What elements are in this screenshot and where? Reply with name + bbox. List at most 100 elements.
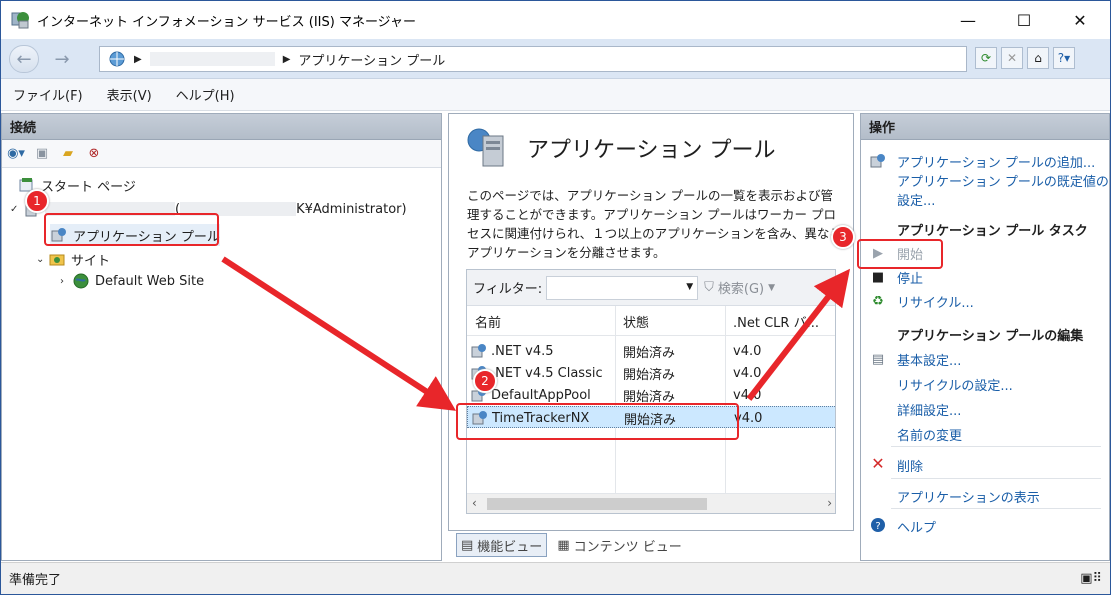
connections-panel: 接続 ◉▾ ▣ ▰ ⊗ スタート ページ ✓ ( K¥Administrator…	[1, 113, 442, 561]
menu-file[interactable]: ファイル(F)	[13, 85, 83, 104]
tab-content-view[interactable]: ▦ コンテンツ ビュー	[553, 533, 685, 557]
collapse-chevron-icon[interactable]: ›	[60, 276, 72, 287]
section-pool-tasks: アプリケーション プール タスク	[897, 224, 1088, 239]
status-text: 準備完了	[9, 573, 62, 588]
minimize-button[interactable]: —	[945, 1, 991, 39]
back-button[interactable]: ←	[9, 45, 39, 73]
search-button[interactable]: ⛉ 検索(G) ▼	[704, 278, 775, 297]
add-pool-link[interactable]: アプリケーション プールの追加...	[897, 152, 1095, 171]
features-view-icon: ▤	[461, 537, 474, 553]
tree-label-sites: サイト	[71, 253, 111, 269]
set-defaults-link-cont[interactable]: 設定...	[897, 190, 935, 209]
menu-view[interactable]: 表示(V)	[107, 85, 152, 104]
close-button[interactable]: ✕	[1057, 1, 1103, 39]
section-pool-edit: アプリケーション プールの編集	[897, 329, 1084, 344]
window-title: インターネット インフォメーション サービス (IIS) マネージャー	[37, 14, 417, 30]
pool-clr: v4.0	[733, 387, 762, 403]
sites-folder-icon	[48, 250, 66, 268]
tree-item-default-site[interactable]: › Default Web Site	[60, 270, 204, 292]
breadcrumb-app-pools[interactable]: アプリケーション プール	[298, 50, 445, 69]
maximize-button[interactable]: ☐	[1001, 1, 1047, 39]
scrollbar-thumb[interactable]	[487, 498, 707, 510]
set-defaults-link[interactable]: アプリケーション プールの既定値の	[897, 171, 1109, 190]
stop-icon: ✕	[1006, 51, 1018, 65]
app-pools-panel: アプリケーション プール このページでは、アプリケーション プールの一覧を表示お…	[448, 113, 854, 531]
save-icon: ▣	[35, 146, 49, 161]
recycle-icon: ♻	[872, 293, 884, 309]
tree-item-sites[interactable]: ⌄ サイト	[36, 248, 110, 270]
stop-square-icon: ■	[871, 269, 885, 285]
filter-bar: フィルター: ▼ ⛉ 検索(G) ▼	[467, 270, 835, 306]
delete-x-icon: ✕	[871, 453, 885, 473]
tab-features-label: 機能ビュー	[477, 539, 543, 555]
view-tabs: ▤ 機能ビュー ▦ コンテンツ ビュー	[456, 533, 686, 557]
filter-funnel-icon: ⛉	[704, 280, 714, 295]
menu-help[interactable]: ヘルプ(H)	[176, 85, 235, 104]
rename-link[interactable]: 名前の変更	[897, 425, 962, 444]
pool-clr: v4.0	[733, 343, 762, 359]
stop-nav-button[interactable]: ✕	[1001, 47, 1023, 69]
minimize-icon: —	[960, 10, 976, 30]
stop-link[interactable]: 停止	[897, 268, 923, 287]
status-bar: 準備完了 ▣⠿	[1, 562, 1110, 594]
table-row[interactable]: .NET v4.5 Classic 開始済み v4.0	[467, 362, 835, 384]
annotation-box-app-pools	[44, 213, 219, 246]
scroll-left-icon[interactable]: ‹	[472, 496, 477, 510]
home-icon: ⌂	[1034, 51, 1042, 65]
step-badge-2: 2	[473, 369, 497, 393]
add-pool-icon	[869, 152, 887, 170]
up-folder-button[interactable]: ▰	[58, 144, 78, 164]
page-description: このページでは、アプリケーション プールの一覧を表示および管理することができます…	[467, 188, 842, 260]
advanced-settings-link[interactable]: 詳細設定...	[897, 400, 961, 419]
pool-name: .NET v4.5 Classic	[491, 365, 603, 381]
server-globe-icon	[108, 50, 126, 68]
column-header-status[interactable]: 状態	[615, 306, 725, 336]
expand-chevron-icon[interactable]: ⌄	[36, 254, 48, 265]
tree-label-start-page: スタート ページ	[41, 179, 136, 195]
connect-globe-icon: ◉▾	[7, 146, 25, 161]
forward-button[interactable]: →	[47, 45, 77, 73]
divider	[891, 478, 1101, 479]
forward-arrow-icon: →	[54, 48, 70, 70]
pool-status: 開始済み	[623, 345, 676, 361]
recycle-settings-link[interactable]: リサイクルの設定...	[897, 375, 1013, 394]
search-label: 検索(G)	[717, 282, 765, 297]
help-dropdown-button[interactable]: ?▾	[1053, 47, 1075, 69]
chevron-right-icon[interactable]: ▶	[134, 54, 142, 65]
view-apps-link[interactable]: アプリケーションの表示	[897, 487, 1040, 506]
tab-features-view[interactable]: ▤ 機能ビュー	[456, 533, 548, 557]
step-badge-1: 1	[25, 189, 49, 213]
help-link[interactable]: ヘルプ	[897, 517, 936, 536]
dropdown-arrow-icon[interactable]: ▼	[686, 282, 693, 292]
annotation-box-start	[857, 239, 943, 269]
recycle-link[interactable]: リサイクル...	[897, 292, 974, 311]
disconnect-icon: ⊗	[88, 146, 100, 161]
horizontal-scrollbar[interactable]: ‹ ›	[467, 493, 835, 513]
expand-chevron-icon[interactable]: ✓	[10, 204, 22, 215]
address-bar[interactable]: ▶ ▶ アプリケーション プール	[99, 46, 967, 72]
home-button[interactable]: ⌂	[1027, 47, 1049, 69]
save-button[interactable]: ▣	[32, 144, 52, 164]
pool-status: 開始済み	[623, 367, 676, 383]
table-row[interactable]: .NET v4.5 開始済み v4.0	[467, 340, 835, 362]
connect-button[interactable]: ◉▾	[6, 144, 26, 164]
scroll-right-icon[interactable]: ›	[827, 496, 832, 510]
column-header-clr[interactable]: .Net CLR バ...	[725, 306, 835, 336]
filter-input[interactable]: ▼	[546, 275, 699, 300]
settings-icon: ▤	[871, 351, 885, 367]
delete-link[interactable]: 削除	[897, 456, 923, 475]
title-bar: インターネット インフォメーション サービス (IIS) マネージャー — ☐ …	[1, 1, 1110, 39]
server-crumb-redacted[interactable]	[149, 52, 275, 66]
filter-label: フィルター:	[473, 282, 543, 297]
tree-label-default-site: Default Web Site	[95, 273, 205, 289]
chevron-right-icon[interactable]: ▶	[283, 54, 291, 65]
iis-app-icon	[9, 9, 31, 31]
refresh-button[interactable]: ⟳	[975, 47, 997, 69]
disconnect-button[interactable]: ⊗	[84, 144, 104, 164]
app-pools-list: フィルター: ▼ ⛉ 検索(G) ▼ 名前 状態 .Net CLR バ... .	[466, 269, 836, 514]
basic-settings-link[interactable]: 基本設定...	[897, 350, 961, 369]
app-pool-large-icon	[465, 126, 509, 170]
iis-manager-window: インターネット インフォメーション サービス (IIS) マネージャー — ☐ …	[0, 0, 1111, 595]
column-header-name[interactable]: 名前	[467, 306, 615, 336]
step-badge-3: 3	[831, 225, 855, 249]
